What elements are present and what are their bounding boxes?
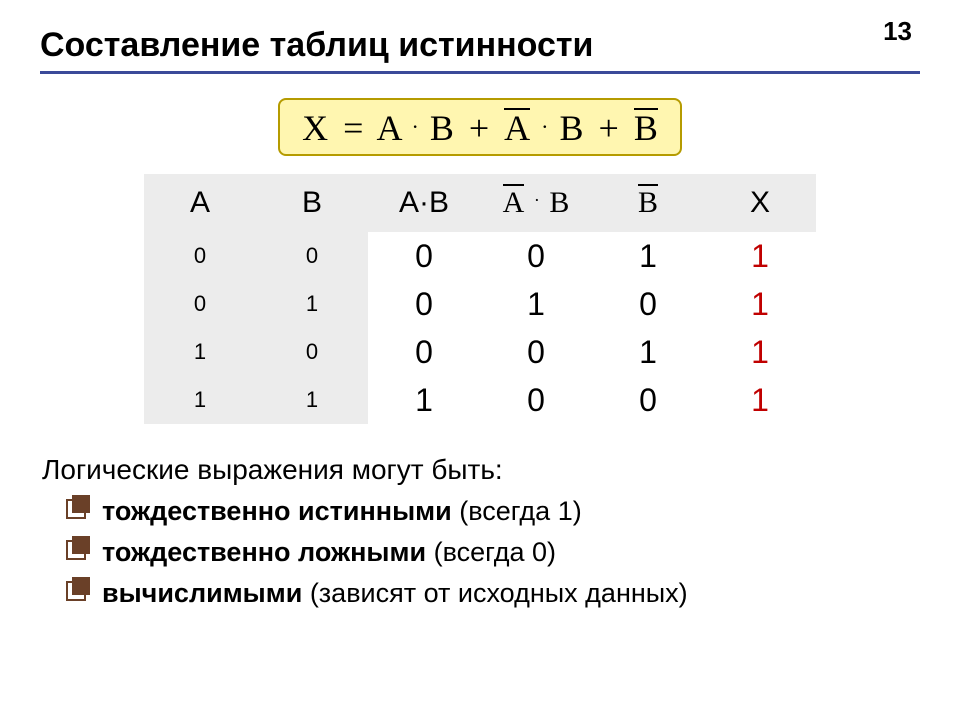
col-X: X bbox=[704, 174, 816, 232]
cell-AbarB: 0 bbox=[480, 232, 592, 280]
bullet-icon bbox=[66, 540, 86, 560]
formula-eq: = bbox=[337, 108, 369, 148]
bullet-strong: тождественно истинными bbox=[102, 496, 452, 526]
col-A: A bbox=[144, 174, 256, 232]
cell-X: 1 bbox=[704, 376, 816, 424]
cell-Bbar: 0 bbox=[592, 280, 704, 328]
formula-container: X = A · B + A · B + B bbox=[40, 98, 920, 156]
table-row: 0 1 0 1 0 1 bbox=[144, 280, 816, 328]
col-B: B bbox=[256, 174, 368, 232]
cell-AB: 0 bbox=[368, 232, 480, 280]
col-AbarB: A · B bbox=[480, 174, 592, 232]
header-Abar: A bbox=[503, 186, 525, 220]
cell-Bbar: 1 bbox=[592, 328, 704, 376]
formula-term2-B: B bbox=[559, 108, 583, 148]
cell-Bbar: 0 bbox=[592, 376, 704, 424]
cell-B: 0 bbox=[256, 328, 368, 376]
bullet-icon bbox=[66, 499, 86, 519]
table-row: 1 0 0 0 1 1 bbox=[144, 328, 816, 376]
bullet-icon bbox=[66, 581, 86, 601]
header-Bbar: B bbox=[638, 186, 658, 220]
cell-A: 1 bbox=[144, 328, 256, 376]
cell-AbarB: 0 bbox=[480, 328, 592, 376]
dot-icon: · bbox=[539, 114, 550, 139]
title-divider bbox=[40, 71, 920, 74]
slide: 13 Составление таблиц истинности X = A ·… bbox=[0, 0, 960, 720]
formula-plus2: + bbox=[593, 108, 625, 148]
cell-AB: 0 bbox=[368, 280, 480, 328]
cell-B: 1 bbox=[256, 376, 368, 424]
table-row: 1 1 1 0 0 1 bbox=[144, 376, 816, 424]
list-item: тождественно истинными (всегда 1) bbox=[66, 496, 920, 527]
cell-A: 0 bbox=[144, 232, 256, 280]
cell-A: 1 bbox=[144, 376, 256, 424]
bullet-rest: (всегда 0) bbox=[426, 537, 556, 567]
cell-AbarB: 0 bbox=[480, 376, 592, 424]
list-item: тождественно ложными (всегда 0) bbox=[66, 537, 920, 568]
cell-X: 1 bbox=[704, 232, 816, 280]
cell-B: 1 bbox=[256, 280, 368, 328]
formula-plus1: + bbox=[463, 108, 495, 148]
cell-A: 0 bbox=[144, 280, 256, 328]
bullet-list: тождественно истинными (всегда 1) тождес… bbox=[66, 496, 920, 609]
page-number: 13 bbox=[883, 16, 912, 47]
bullet-strong: вычислимыми bbox=[102, 578, 302, 608]
cell-X: 1 bbox=[704, 280, 816, 328]
cell-AB: 0 bbox=[368, 328, 480, 376]
list-item: вычислимыми (зависят от исходных данных) bbox=[66, 578, 920, 609]
dot-icon: · bbox=[410, 114, 421, 139]
col-AB: A·B bbox=[368, 174, 480, 232]
formula-term2-Abar: A bbox=[504, 110, 530, 146]
formula: X = A · B + A · B + B bbox=[278, 98, 682, 156]
cell-Bbar: 1 bbox=[592, 232, 704, 280]
formula-term3-Bbar: B bbox=[634, 110, 658, 146]
formula-lhs: X bbox=[302, 108, 328, 148]
bullet-rest: (зависят от исходных данных) bbox=[302, 578, 687, 608]
table-header-row: A B A·B A · B B X bbox=[144, 174, 816, 232]
page-title: Составление таблиц истинности bbox=[40, 26, 920, 65]
col-Bbar: B bbox=[592, 174, 704, 232]
table-row: 0 0 0 0 1 1 bbox=[144, 232, 816, 280]
cell-AbarB: 1 bbox=[480, 280, 592, 328]
cell-AB: 1 bbox=[368, 376, 480, 424]
cell-B: 0 bbox=[256, 232, 368, 280]
bullet-rest: (всегда 1) bbox=[452, 496, 582, 526]
bullet-strong: тождественно ложными bbox=[102, 537, 426, 567]
truth-table: A B A·B A · B B X 0 0 0 0 1 1 0 1 0 1 bbox=[144, 174, 816, 424]
body-intro: Логические выражения могут быть: bbox=[42, 454, 920, 486]
formula-term1-A: A bbox=[376, 108, 400, 148]
dot-icon: · bbox=[532, 190, 542, 210]
header-AbarB-B: B bbox=[549, 186, 569, 219]
cell-X: 1 bbox=[704, 328, 816, 376]
formula-term1-B: B bbox=[430, 108, 454, 148]
